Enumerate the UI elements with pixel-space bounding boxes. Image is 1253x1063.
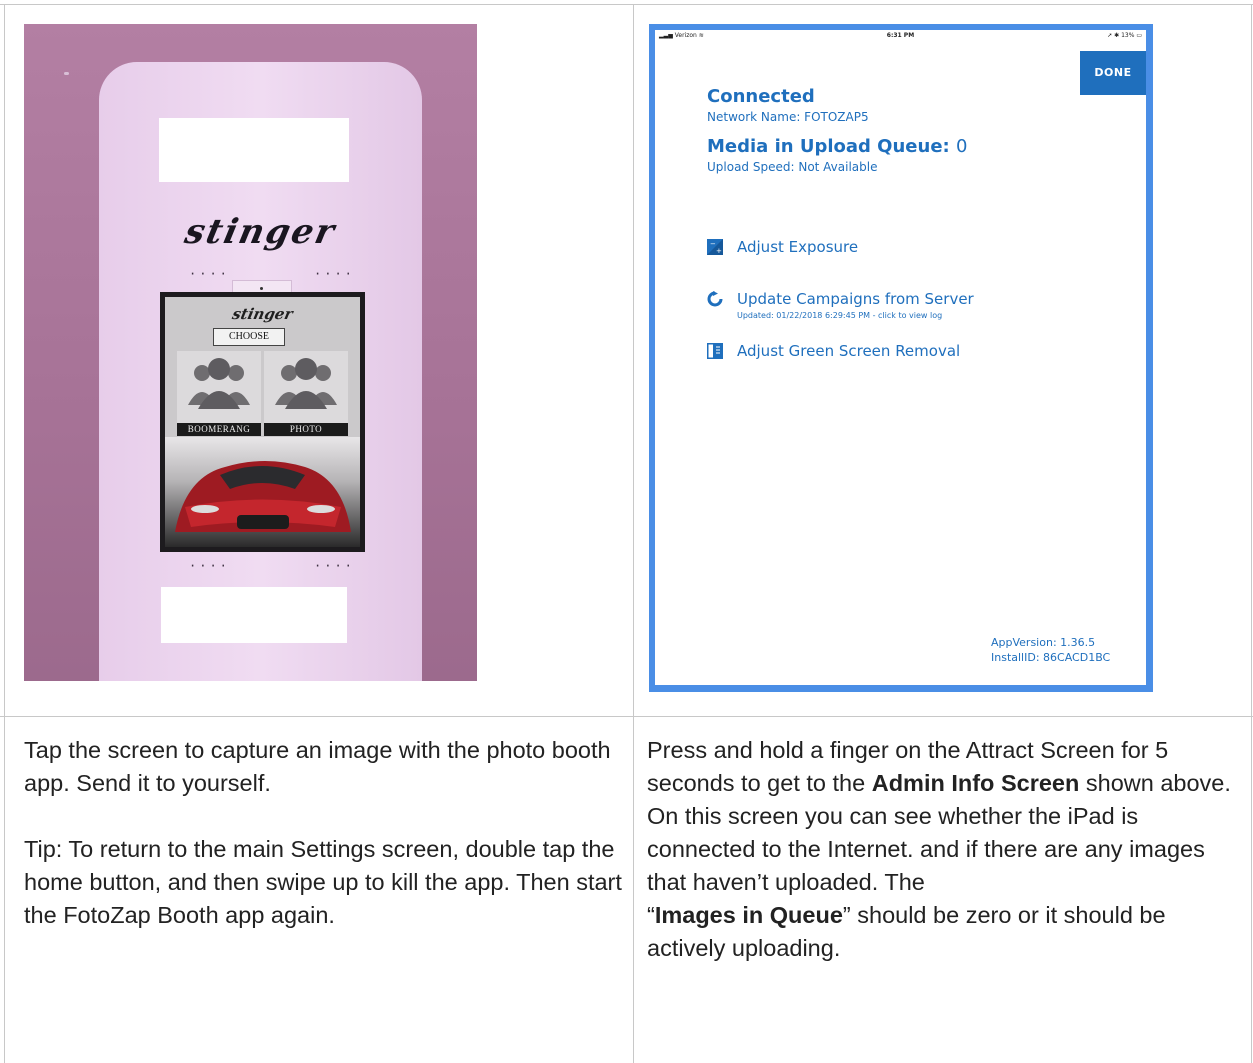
upload-queue-count: 0 bbox=[956, 136, 968, 157]
table-column-divider bbox=[633, 4, 634, 1063]
admin-info-screen: ▂▃▅ Verizon ≋ 6:31 PM ➚ ✱ 13% ▭ DONE Con… bbox=[655, 30, 1146, 685]
text-run: “ bbox=[647, 902, 655, 928]
update-campaigns-label: Update Campaigns from Server bbox=[737, 290, 974, 308]
car-image bbox=[165, 437, 360, 547]
done-button[interactable]: DONE bbox=[1080, 51, 1146, 95]
left-instructions: Tap the screen to capture an image with … bbox=[24, 734, 622, 932]
boomerang-tile[interactable] bbox=[177, 351, 261, 423]
install-id: InstallID: 86CACD1BC bbox=[991, 651, 1111, 664]
upload-speed: Upload Speed: Not Available bbox=[707, 160, 878, 174]
emphasis-images-in-queue: Images in Queue bbox=[654, 902, 843, 928]
kiosk-photo: stinger ···· ···· stinger CHOOSE BOOMERA… bbox=[24, 24, 477, 681]
instruction-paragraph: Press and hold a finger on the Attract S… bbox=[647, 734, 1239, 800]
battery-status: ➚ ✱ 13% ▭ bbox=[1107, 32, 1142, 39]
table-border-right bbox=[1251, 4, 1252, 1063]
update-log-link[interactable]: Updated: 01/22/2018 6:29:45 PM - click t… bbox=[737, 311, 942, 320]
adjust-exposure-label: Adjust Exposure bbox=[737, 238, 859, 256]
speaker-dots: ···· bbox=[314, 267, 355, 281]
kiosk-tablet: stinger CHOOSE BOOMERANG PHOTO bbox=[160, 292, 365, 552]
green-screen-label: Adjust Green Screen Removal bbox=[737, 342, 961, 360]
speaker-dots: ···· bbox=[189, 267, 230, 281]
instruction-paragraph: Tap the screen to capture an image with … bbox=[24, 737, 611, 796]
text-run: shown above. bbox=[1079, 770, 1231, 796]
boomerang-label: BOOMERANG bbox=[177, 423, 261, 436]
connection-status-heading: Connected bbox=[707, 86, 815, 107]
text-run: On this screen you can see whether the i… bbox=[647, 803, 1205, 895]
photo-label: PHOTO bbox=[264, 423, 348, 436]
top-light-panel bbox=[159, 118, 349, 182]
battery-percent: 13% bbox=[1121, 32, 1135, 39]
kiosk-brand-logo: stinger bbox=[181, 212, 340, 252]
green-screen-icon bbox=[707, 343, 723, 359]
table-border-left bbox=[4, 4, 5, 1063]
table-border-top bbox=[0, 4, 1253, 5]
ios-status-bar: ▂▃▅ Verizon ≋ 6:31 PM ➚ ✱ 13% ▭ bbox=[655, 30, 1146, 42]
right-instructions: Press and hold a finger on the Attract S… bbox=[647, 734, 1239, 965]
speaker-dots: ···· bbox=[189, 559, 230, 573]
tip-paragraph: Tip: To return to the main Settings scre… bbox=[24, 836, 622, 928]
attract-screen[interactable]: stinger CHOOSE BOOMERANG PHOTO bbox=[165, 297, 360, 547]
bottom-light-panel bbox=[161, 587, 347, 643]
choose-label: CHOOSE bbox=[213, 328, 285, 346]
info-paragraph: On this screen you can see whether the i… bbox=[647, 800, 1239, 965]
speaker-dots: ···· bbox=[314, 559, 355, 573]
app-version: AppVersion: 1.36.5 bbox=[991, 636, 1096, 649]
status-time: 6:31 PM bbox=[886, 32, 915, 39]
tablet-brand-logo: stinger bbox=[230, 305, 295, 323]
upload-queue-label: Media in Upload Queue: bbox=[707, 136, 950, 157]
table-row-divider bbox=[0, 716, 1253, 717]
refresh-icon bbox=[707, 291, 723, 307]
photo-tile[interactable] bbox=[264, 351, 348, 423]
group-icon bbox=[264, 353, 348, 420]
kiosk-stand: stinger ···· ···· stinger CHOOSE BOOMERA… bbox=[99, 62, 422, 681]
camera-lens bbox=[260, 287, 263, 290]
exposure-icon: − + bbox=[707, 239, 723, 255]
svg-text:+: + bbox=[716, 247, 722, 255]
emphasis-admin-info-screen: Admin Info Screen bbox=[871, 770, 1080, 796]
battery-icon: ▭ bbox=[1134, 32, 1142, 39]
admin-screenshot-frame: ▂▃▅ Verizon ≋ 6:31 PM ➚ ✱ 13% ▭ DONE Con… bbox=[649, 24, 1153, 692]
upload-queue-heading: Media in Upload Queue: 0 bbox=[707, 136, 967, 157]
group-icon bbox=[177, 353, 261, 420]
network-name: Network Name: FOTOZAP5 bbox=[707, 110, 869, 124]
wall-screw bbox=[64, 72, 69, 75]
